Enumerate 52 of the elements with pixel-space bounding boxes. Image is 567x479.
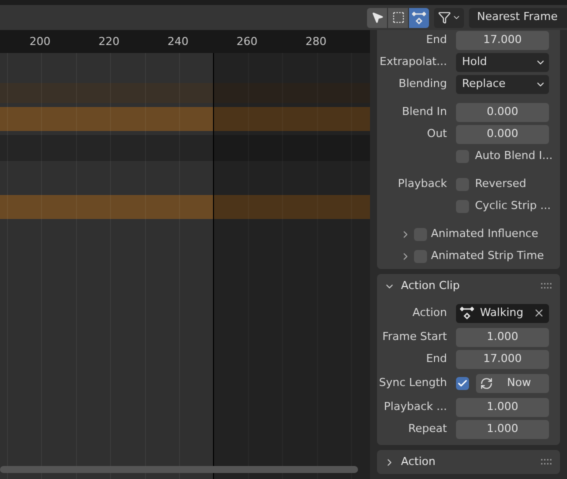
- dropdown[interactable]: Hold: [456, 52, 549, 72]
- number-field[interactable]: 0.000: [456, 102, 549, 122]
- tool-button[interactable]: [409, 8, 429, 28]
- subpanel-title[interactable]: Animated Strip Time: [431, 248, 544, 264]
- number-field[interactable]: 0.000: [456, 124, 549, 144]
- panel-title[interactable]: Action Clip: [401, 278, 541, 294]
- property-label: Blending: [398, 76, 447, 92]
- cursor-icon: [370, 11, 384, 24]
- number-field[interactable]: 17.000: [456, 350, 549, 368]
- frame-number: 260: [236, 34, 258, 50]
- keyframe-icon: [412, 10, 426, 24]
- property-label: End: [426, 32, 447, 48]
- number-field[interactable]: 1.000: [456, 398, 549, 416]
- property-label: Repeat: [408, 420, 447, 437]
- filter-icon: [438, 11, 450, 24]
- property-label: Playback ...: [384, 398, 447, 415]
- property-label: Action: [412, 304, 447, 321]
- subpanel-title[interactable]: Animated Influence: [431, 226, 538, 242]
- filter-button[interactable]: [434, 8, 464, 28]
- checkbox-label[interactable]: Reversed: [475, 176, 526, 192]
- frame-number: 240: [168, 34, 188, 50]
- frame-number: 280: [306, 34, 326, 50]
- snap-dropdown[interactable]: Nearest Frame: [469, 8, 567, 28]
- action-field[interactable]: Walking: [456, 304, 549, 322]
- box-select-icon: [392, 11, 404, 24]
- property-label: Frame Start: [382, 328, 447, 345]
- number-field[interactable]: 1.000: [456, 420, 549, 438]
- property-label: Blend In: [402, 104, 447, 120]
- sync-now-button[interactable]: Now: [476, 374, 549, 392]
- frame-number: 200: [30, 34, 50, 50]
- dropdown[interactable]: Replace: [456, 74, 549, 94]
- checkbox-label[interactable]: Cyclic Strip ...: [475, 198, 551, 214]
- checkbox[interactable]: [456, 376, 469, 390]
- number-field[interactable]: 1.000: [456, 328, 549, 346]
- property-label: End: [426, 350, 447, 367]
- checkbox-label[interactable]: Auto Blend I...: [475, 148, 553, 164]
- tool-button[interactable]: [388, 8, 408, 28]
- refresh-icon: [480, 376, 493, 390]
- clear-icon[interactable]: [533, 307, 545, 319]
- number-field[interactable]: 17.000: [456, 30, 549, 50]
- grip-icon[interactable]: [541, 459, 553, 465]
- action-icon: [460, 306, 474, 320]
- property-label: Sync Length: [379, 374, 447, 391]
- scrollbar[interactable]: [0, 466, 358, 473]
- frame-number: 220: [98, 34, 120, 50]
- tool-button[interactable]: [367, 8, 387, 28]
- panel-title[interactable]: Action: [401, 454, 541, 470]
- grip-icon[interactable]: [541, 283, 553, 289]
- property-label: Playback: [398, 176, 447, 192]
- caret-icon: [452, 13, 460, 22]
- property-label: Out: [427, 126, 447, 142]
- property-label: Extrapolat...: [380, 54, 447, 70]
